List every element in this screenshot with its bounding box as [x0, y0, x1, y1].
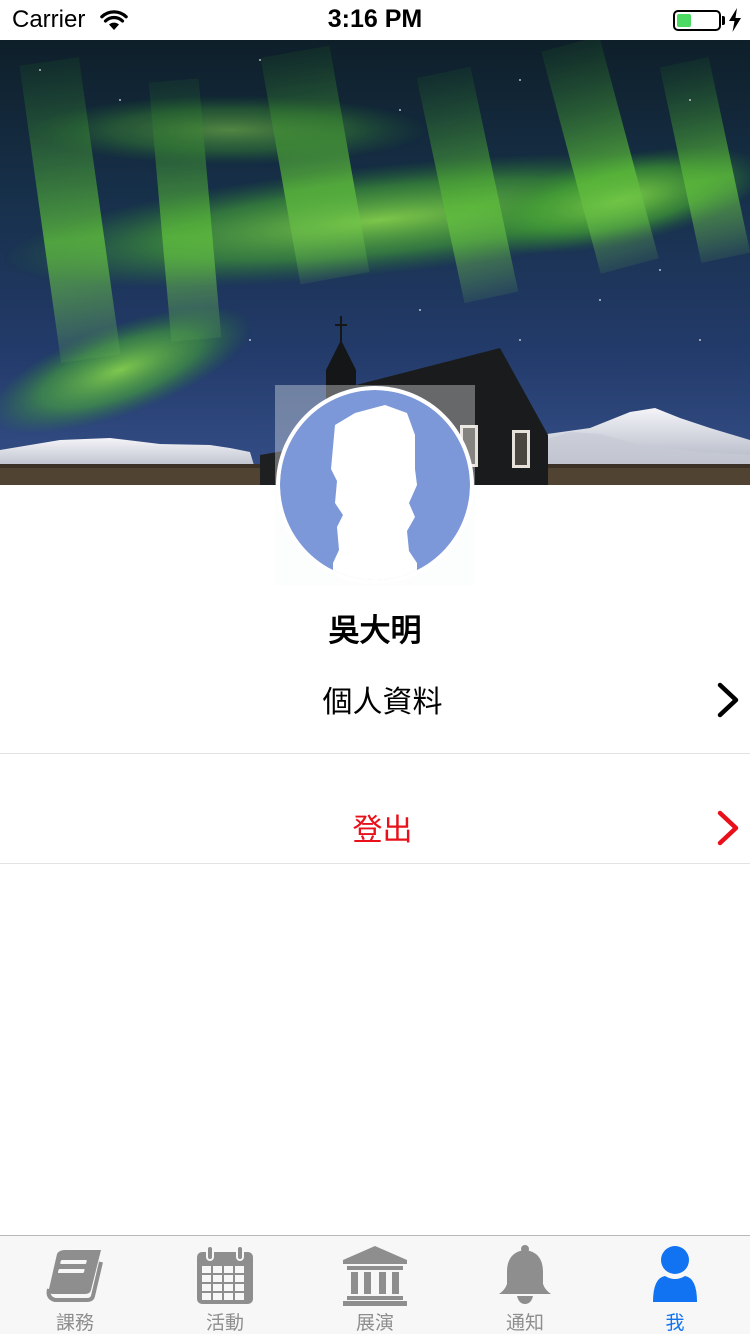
logout-label: 登出 — [352, 813, 413, 848]
chevron-right-icon — [717, 682, 739, 718]
tab-notifications[interactable]: 通知 — [450, 1236, 600, 1334]
logout-menu-row[interactable]: 登出 — [0, 755, 750, 864]
avatar[interactable] — [275, 385, 475, 585]
clock: 3:16 PM — [327, 5, 423, 33]
battery-icon — [673, 10, 721, 31]
battery-cap — [722, 16, 725, 25]
tab-label-activities: 活動 — [205, 1312, 244, 1334]
charging-bolt-icon — [729, 8, 741, 32]
profile-label: 個人資料 — [322, 685, 443, 720]
status-bar: Carrier 3:16 PM — [0, 0, 750, 40]
book-icon — [46, 1250, 103, 1302]
battery-level — [677, 14, 691, 27]
tab-label-me: 我 — [665, 1312, 685, 1334]
tab-label-exhibitions: 展演 — [355, 1312, 394, 1334]
user-name: 吳大明 — [328, 613, 422, 649]
chevron-right-icon — [717, 810, 739, 846]
tab-bar: 課務 活動 展演 通知 我 — [0, 1235, 750, 1334]
bell-icon — [499, 1245, 551, 1304]
tab-label-notifications: 通知 — [505, 1312, 544, 1334]
tab-activities[interactable]: 活動 — [150, 1236, 300, 1334]
profile-menu-row[interactable]: 個人資料 — [0, 645, 750, 754]
museum-icon — [343, 1246, 407, 1306]
default-user-silhouette-icon — [275, 385, 475, 585]
user-icon — [653, 1246, 697, 1302]
tab-label-courses: 課務 — [55, 1312, 94, 1334]
tab-exhibitions[interactable]: 展演 — [300, 1236, 450, 1334]
tab-me[interactable]: 我 — [600, 1236, 750, 1334]
calendar-icon — [197, 1245, 253, 1304]
tab-courses[interactable]: 課務 — [0, 1236, 150, 1334]
